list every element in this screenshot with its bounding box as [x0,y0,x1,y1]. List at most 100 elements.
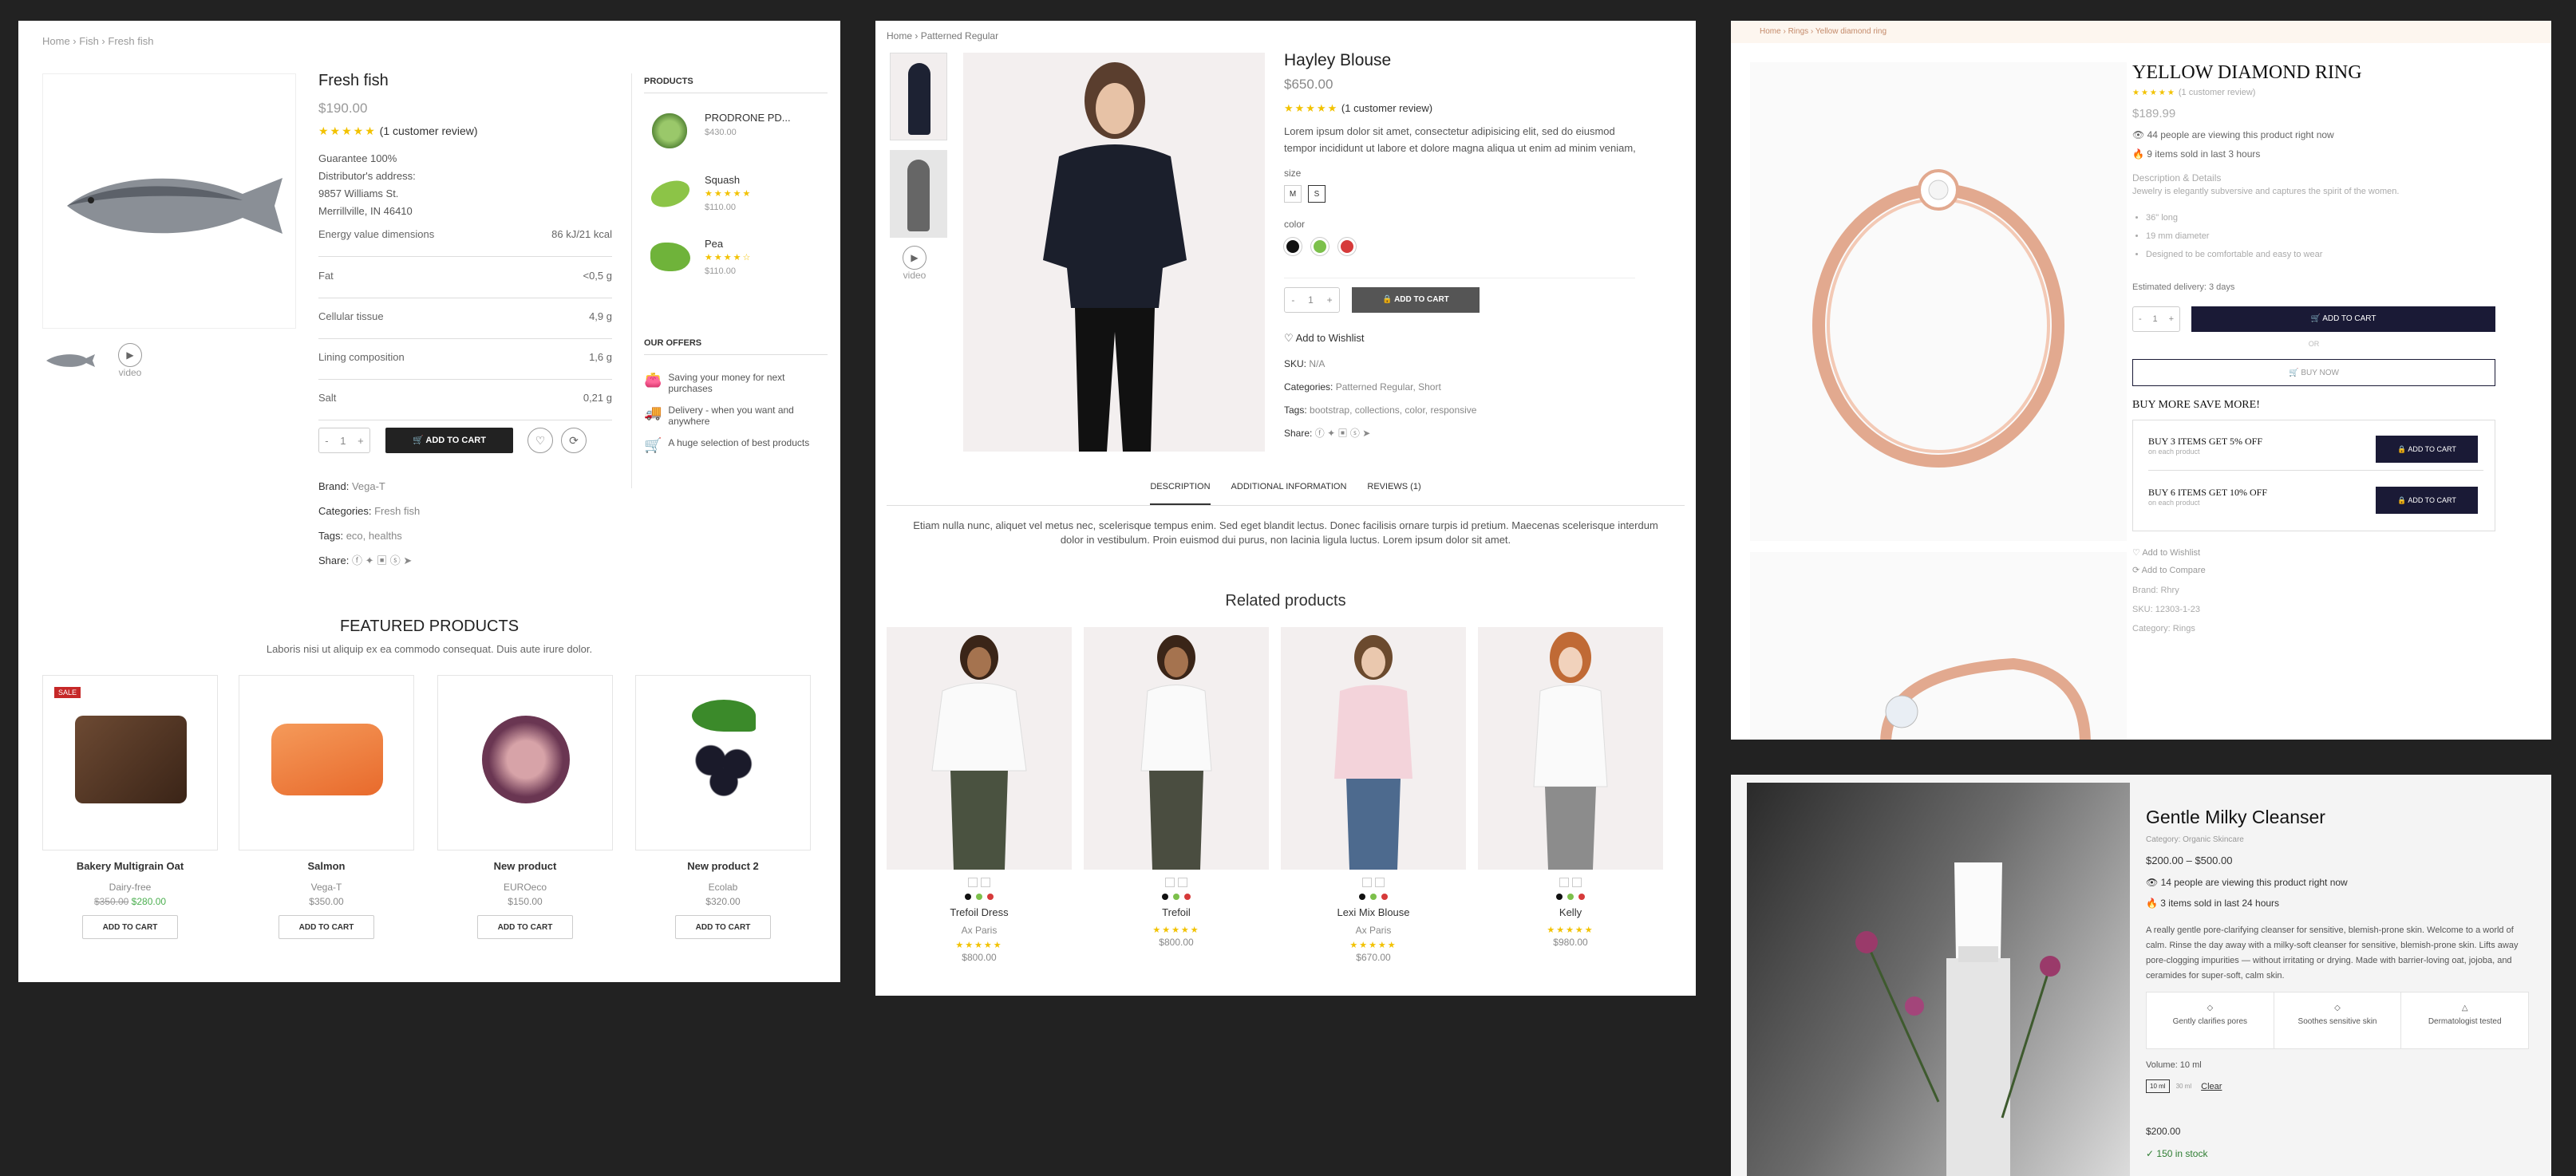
quantity-stepper[interactable]: -1 + [318,428,370,453]
video-thumb[interactable]: ▶ video [118,343,142,378]
breadcrumb-home[interactable]: Home [1760,27,1781,36]
telegram-icon[interactable]: ➤ [403,554,412,566]
buy-now-button[interactable]: 🛒 BUY NOW [2132,359,2495,386]
product-card[interactable] [635,675,811,850]
product-name[interactable]: Trefoil Dress [887,906,1072,918]
product-image-frame[interactable] [42,73,296,329]
size-chip[interactable] [1559,878,1569,887]
review-link[interactable]: (1 customer review) [1341,102,1432,114]
review-link[interactable]: (1 customer review) [380,124,478,137]
size-chip[interactable] [1165,878,1175,887]
main-product-image[interactable] [1747,783,2130,1176]
bundle-add-to-cart-button[interactable]: 🔒 ADD TO CART [2376,487,2478,514]
color-dot[interactable] [1578,894,1585,900]
color-dot[interactable] [1556,894,1563,900]
product-name[interactable]: Kelly [1478,906,1663,918]
side-product[interactable]: Pea ★★★★☆ $110.00 [644,235,836,282]
bundle-add-to-cart-button[interactable]: 🔒 ADD TO CART [2376,436,2478,463]
size-chip[interactable] [1178,878,1187,887]
compare-link[interactable]: ⟳ Add to Compare [2132,565,2206,575]
clear-link[interactable]: Clear [2201,1082,2222,1091]
tab-additional-information[interactable]: ADDITIONAL INFORMATION [1231,482,1347,505]
plus-button[interactable]: + [358,435,364,447]
color-swatch[interactable] [1284,238,1302,255]
size-option-m[interactable]: M [1284,185,1302,203]
product-name[interactable]: Lexi Mix Blouse [1281,906,1466,918]
skype-icon[interactable]: ⓢ [390,554,401,566]
related-card[interactable] [1084,627,1269,870]
related-card[interactable] [1478,627,1663,870]
facebook-icon[interactable]: ⓕ [1315,428,1325,439]
add-to-cart-button[interactable]: ADD TO CART [279,915,374,939]
add-to-cart-button[interactable]: ADD TO CART [477,915,573,939]
skype-icon[interactable]: ⓢ [1350,428,1360,439]
size-chip[interactable] [1572,878,1582,887]
color-dot[interactable] [1173,894,1179,900]
tab-description[interactable]: DESCRIPTION [1150,482,1211,505]
product-card[interactable] [239,675,414,850]
side-product[interactable]: PRODRONE PD... $430.00 [644,109,836,156]
product-name[interactable]: Trefoil [1084,906,1269,918]
color-dot[interactable] [1162,894,1168,900]
add-to-cart-button[interactable]: 🔒 ADD TO CART [1352,287,1480,313]
product-name[interactable]: Salmon [239,860,414,872]
minus-button[interactable]: - [2139,314,2142,324]
volume-option[interactable]: 30 ml [2176,1083,2192,1090]
color-swatch[interactable] [1338,238,1356,255]
facebook-icon[interactable]: ⓕ [352,554,362,566]
thumbnail-2[interactable] [890,150,947,238]
thumbnail-fish[interactable] [42,345,98,377]
side-product-name[interactable]: Pea [705,238,723,250]
plus-button[interactable]: + [1327,294,1333,306]
wishlist-link[interactable]: ♡ Add to Wishlist [2132,547,2200,558]
main-product-image[interactable] [1750,62,2127,541]
rating[interactable]: ★★★★★ (1 customer review) [318,124,478,138]
add-to-cart-button[interactable]: ADD TO CART [675,915,771,939]
add-to-cart-button[interactable]: ADD TO CART [82,915,178,939]
size-chip[interactable] [1375,878,1385,887]
size-chip[interactable] [981,878,990,887]
volume-option[interactable]: 10 ml [2146,1079,2170,1093]
color-dot[interactable] [1184,894,1191,900]
video-thumb[interactable]: ▶ video [903,246,926,281]
color-dot[interactable] [965,894,971,900]
tags-link[interactable]: eco, healths [346,530,402,542]
heart-icon[interactable]: ♡ [527,428,553,453]
add-to-cart-button[interactable]: 🛒 ADD TO CART [385,428,513,453]
main-product-image[interactable] [963,53,1265,452]
side-product-name[interactable]: PRODRONE PD... [705,112,791,124]
color-dot[interactable] [1381,894,1388,900]
color-swatch[interactable] [1311,238,1329,255]
minus-button[interactable]: - [325,435,328,447]
wishlist-link[interactable]: ♡ Add to Wishlist [1284,332,1365,345]
related-card[interactable] [887,627,1072,870]
color-dot[interactable] [987,894,994,900]
minus-button[interactable]: - [1291,294,1294,306]
quantity-value[interactable]: 1 [1308,294,1314,306]
color-dot[interactable] [1370,894,1377,900]
telegram-icon[interactable]: ➤ [1362,428,1370,439]
breadcrumb-home[interactable]: Home [887,30,912,41]
breadcrumb-home[interactable]: Home [42,35,70,47]
product-name[interactable]: Bakery Multigrain Oat [42,860,218,872]
related-card[interactable] [1281,627,1466,870]
tab-reviews[interactable]: REVIEWS (1) [1367,482,1420,505]
quantity-stepper[interactable]: - 1 + [1284,287,1340,313]
twitter-icon[interactable]: ✦ [365,554,374,566]
breadcrumb-fish[interactable]: Fish [79,35,99,47]
rating[interactable]: ★★★★★ (1 customer review) [2132,88,2255,97]
product-card[interactable]: SALE [42,675,218,850]
rating[interactable]: ★★★★★ (1 customer review) [1284,102,1432,115]
color-dot[interactable] [1567,894,1574,900]
size-chip[interactable] [1362,878,1372,887]
side-product-name[interactable]: Squash [705,174,740,186]
category-link[interactable]: Patterned Regular, Short [1336,381,1441,393]
product-name[interactable]: New product 2 [635,860,811,872]
color-dot[interactable] [1359,894,1365,900]
size-chip[interactable] [968,878,978,887]
side-product[interactable]: Squash ★★★★★ $110.00 [644,171,836,219]
brand-link[interactable]: Vega-T [352,480,385,492]
product-name[interactable]: New product [437,860,613,872]
compare-icon[interactable]: ⟳ [561,428,587,453]
product-card[interactable] [437,675,613,850]
